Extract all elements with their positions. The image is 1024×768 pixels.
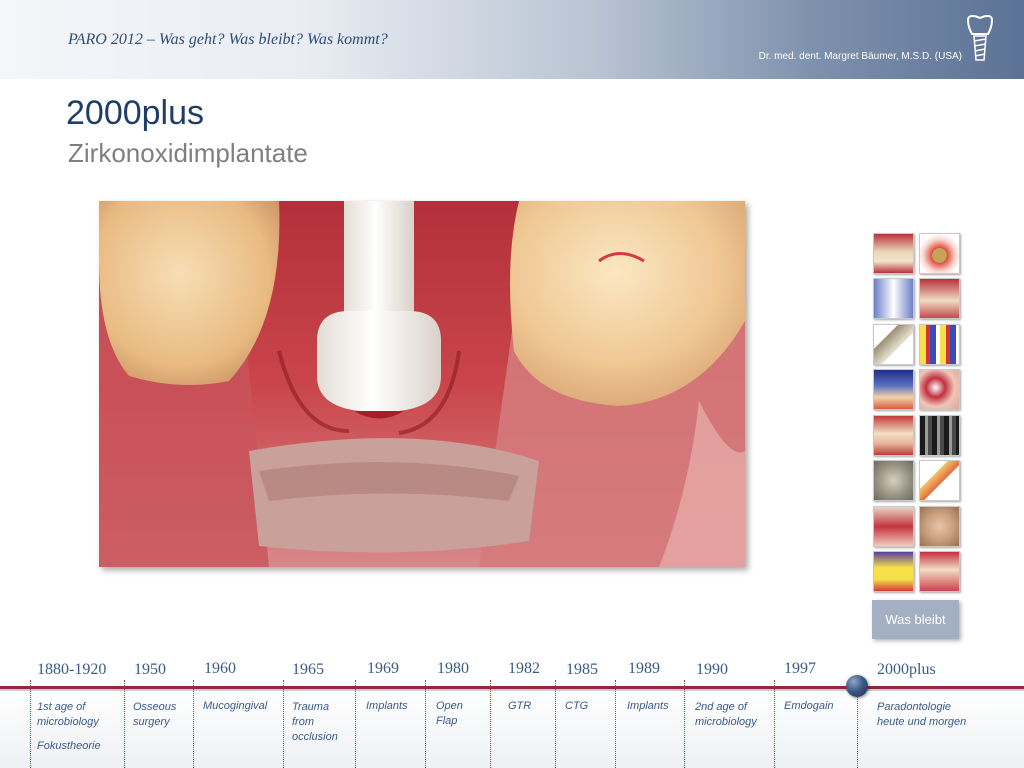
timeline-divider xyxy=(355,680,356,768)
slide-subtitle: Zirkonoxidimplantate xyxy=(68,138,308,168)
timeline-divider xyxy=(425,680,426,768)
thumbnail-1[interactable] xyxy=(873,233,914,274)
timeline-divider xyxy=(124,680,125,768)
timeline-divider xyxy=(283,680,284,768)
timeline-year[interactable]: 1989 xyxy=(628,660,660,678)
thumbnail-2[interactable] xyxy=(919,233,960,274)
timeline-year[interactable]: 2000plus xyxy=(877,661,936,679)
thumbnail-4[interactable] xyxy=(919,278,960,319)
timeline-description: Implants xyxy=(366,700,408,712)
timeline-year[interactable]: 1985 xyxy=(566,661,598,679)
timeline-divider xyxy=(615,680,616,768)
timeline-year[interactable]: 1980 xyxy=(437,660,469,678)
timeline-year[interactable]: 1982 xyxy=(508,660,540,678)
timeline-year[interactable]: 1965 xyxy=(292,661,324,679)
timeline-description: Osseous surgery xyxy=(133,701,177,728)
slide-title: 2000plus xyxy=(66,94,205,132)
thumbnail-12[interactable] xyxy=(919,460,960,501)
timeline-description: Paradontologie heute und morgen xyxy=(877,701,967,728)
timeline-year[interactable]: 1880-1920 xyxy=(37,661,106,679)
thumbnail-8[interactable] xyxy=(919,369,960,410)
clinical-photo xyxy=(99,201,745,567)
timeline-description: 2nd age of microbiology xyxy=(695,701,757,728)
thumbnail-9[interactable] xyxy=(873,415,914,456)
slide-header: PARO 2012 – Was geht? Was bleibt? Was ko… xyxy=(0,0,1024,79)
tooth-implant-icon xyxy=(966,14,994,61)
timeline-knob-icon[interactable] xyxy=(846,675,868,697)
thumbnail-14[interactable] xyxy=(919,506,960,547)
timeline-year[interactable]: 1960 xyxy=(204,660,236,678)
was-bleibt-button[interactable]: Was bleibt xyxy=(872,600,959,639)
timeline-divider xyxy=(684,680,685,768)
thumbnail-16[interactable] xyxy=(919,551,960,592)
timeline-description: CTG xyxy=(565,700,589,712)
thumbnail-11[interactable] xyxy=(873,460,914,501)
timeline-description: Mucogingival xyxy=(203,700,268,712)
timeline-year[interactable]: 1950 xyxy=(134,661,166,679)
timeline-divider xyxy=(774,680,775,768)
thumbnail-15[interactable] xyxy=(873,551,914,592)
timeline-divider xyxy=(490,680,491,768)
timeline-description: Open Flap xyxy=(436,700,463,727)
timeline-divider xyxy=(30,680,31,768)
timeline-description: Trauma from occlusion xyxy=(292,701,338,743)
timeline-description: 1st age of microbiology Fokustheorie xyxy=(37,701,101,752)
timeline-description: GTR xyxy=(508,700,532,712)
thumbnail-7[interactable] xyxy=(873,369,914,410)
timeline-divider xyxy=(193,680,194,768)
thumbnail-13[interactable] xyxy=(873,506,914,547)
thumbnail-5[interactable] xyxy=(873,324,914,365)
conference-title: PARO 2012 – Was geht? Was bleibt? Was ko… xyxy=(68,31,388,48)
timeline-year[interactable]: 1997 xyxy=(784,660,816,678)
timeline-year[interactable]: 1969 xyxy=(367,660,399,678)
timeline-description: Emdogain xyxy=(784,700,834,712)
thumbnail-10[interactable] xyxy=(919,415,960,456)
thumbnail-3[interactable] xyxy=(873,278,914,319)
author-name: Dr. med. dent. Margret Bäumer, M.S.D. (U… xyxy=(758,51,962,62)
thumbnail-6[interactable] xyxy=(919,324,960,365)
timeline-year[interactable]: 1990 xyxy=(696,661,728,679)
timeline-bar-shadow xyxy=(0,689,1024,691)
timeline-description: Implants xyxy=(627,700,669,712)
timeline-divider xyxy=(555,680,556,768)
